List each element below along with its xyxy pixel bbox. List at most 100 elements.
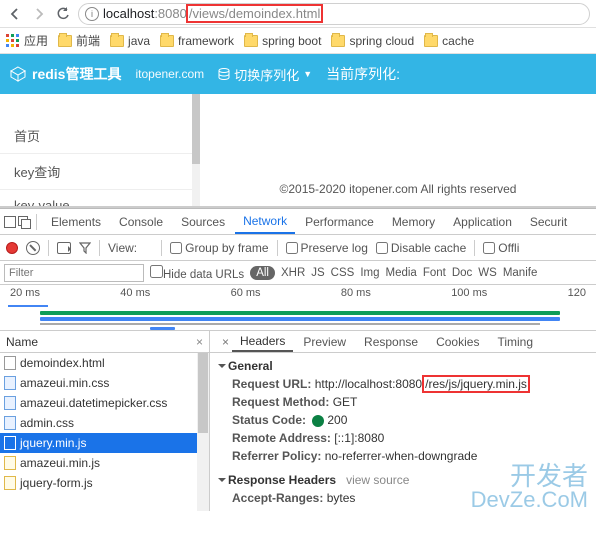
filter-font[interactable]: Font bbox=[423, 267, 446, 279]
cube-icon bbox=[10, 66, 26, 82]
sidebar-item[interactable]: key查询 bbox=[0, 154, 200, 190]
filter-js[interactable]: JS bbox=[311, 267, 324, 279]
hide-data-urls-checkbox[interactable]: Hide data URLs bbox=[150, 265, 244, 281]
filter-icon[interactable] bbox=[79, 242, 91, 254]
switch-dropdown[interactable]: 切换序列化 ▼ bbox=[218, 65, 312, 84]
url-bar[interactable]: i localhost :8080 /views/demoindex.html bbox=[78, 3, 590, 25]
filter-media[interactable]: Media bbox=[386, 267, 417, 279]
tick: 40 ms bbox=[120, 287, 150, 299]
label-remote: Remote Address: bbox=[232, 431, 331, 445]
value-status: 200 bbox=[327, 413, 347, 427]
bookmark-folder[interactable]: 前端 bbox=[58, 32, 100, 49]
apps-button[interactable]: 应用 bbox=[6, 32, 48, 49]
value-accept: bytes bbox=[327, 491, 356, 505]
request-row[interactable]: admin.css bbox=[0, 413, 209, 433]
tab-security[interactable]: Securit bbox=[522, 209, 575, 234]
bookmark-folder[interactable]: spring cloud bbox=[331, 34, 414, 48]
request-row[interactable]: amazeui.min.js bbox=[0, 453, 209, 473]
close-detail-icon[interactable]: × bbox=[214, 331, 230, 352]
close-icon[interactable]: × bbox=[196, 335, 203, 349]
file-icon bbox=[4, 436, 16, 450]
network-timeline[interactable]: 20 ms 40 ms 60 ms 80 ms 100 ms 120 bbox=[0, 285, 596, 331]
filter-xhr[interactable]: XHR bbox=[281, 267, 305, 279]
capture-icon[interactable] bbox=[57, 242, 71, 254]
app-logo[interactable]: redis管理工具 bbox=[10, 64, 121, 84]
list-scrollbar[interactable] bbox=[197, 353, 209, 511]
filter-css[interactable]: CSS bbox=[331, 267, 355, 279]
section-response-headers: Response Headers bbox=[228, 473, 336, 487]
apps-icon bbox=[6, 34, 20, 48]
bookmark-label: spring boot bbox=[262, 34, 321, 48]
subtab-preview[interactable]: Preview bbox=[295, 331, 354, 352]
device-toggle-icon[interactable] bbox=[18, 216, 30, 228]
tick: 120 bbox=[568, 287, 586, 299]
value-referrer: no-referrer-when-downgrade bbox=[325, 449, 478, 463]
bookmark-folder[interactable]: java bbox=[110, 34, 150, 48]
app-subtitle: itopener.com bbox=[135, 67, 204, 81]
url-port: :8080 bbox=[154, 6, 187, 21]
subtab-response[interactable]: Response bbox=[356, 331, 426, 352]
offline-checkbox[interactable]: Offli bbox=[483, 241, 519, 255]
sidebar-item[interactable]: 首页 bbox=[0, 118, 200, 154]
request-row[interactable]: amazeui.min.css bbox=[0, 373, 209, 393]
disable-cache-checkbox[interactable]: Disable cache bbox=[376, 241, 466, 255]
request-name: amazeui.min.js bbox=[20, 456, 100, 470]
inspect-icon[interactable] bbox=[4, 216, 16, 228]
tab-elements[interactable]: Elements bbox=[43, 209, 109, 234]
request-row[interactable]: jquery.min.js bbox=[0, 433, 209, 453]
url-path: /views/demoindex.html bbox=[186, 4, 324, 23]
tick: 100 ms bbox=[451, 287, 487, 299]
request-row[interactable]: jquery-form.js bbox=[0, 473, 209, 493]
request-row[interactable]: amazeui.datetimepicker.css bbox=[0, 393, 209, 413]
reload-button[interactable] bbox=[54, 5, 72, 23]
request-row[interactable]: demoindex.html bbox=[0, 353, 209, 373]
filter-all[interactable]: All bbox=[250, 266, 275, 280]
clear-button[interactable] bbox=[26, 241, 40, 255]
view-label: View: bbox=[108, 241, 137, 255]
subtab-cookies[interactable]: Cookies bbox=[428, 331, 487, 352]
request-name: amazeui.min.css bbox=[20, 376, 109, 390]
site-info-icon[interactable]: i bbox=[85, 7, 99, 21]
filter-img[interactable]: Img bbox=[360, 267, 379, 279]
filter-manifest[interactable]: Manife bbox=[503, 267, 538, 279]
column-name[interactable]: Name bbox=[6, 335, 38, 349]
network-detail: × Headers Preview Response Cookies Timin… bbox=[210, 331, 596, 511]
record-button[interactable] bbox=[6, 242, 18, 254]
request-name: admin.css bbox=[20, 416, 74, 430]
view-source-link[interactable]: view source bbox=[346, 473, 409, 487]
tab-network[interactable]: Network bbox=[235, 209, 295, 234]
file-icon bbox=[4, 376, 16, 390]
bookmark-folder[interactable]: spring boot bbox=[244, 34, 321, 48]
tab-console[interactable]: Console bbox=[111, 209, 171, 234]
network-request-list: Name × demoindex.html amazeui.min.css amaze… bbox=[0, 331, 210, 511]
tab-application[interactable]: Application bbox=[445, 209, 520, 234]
sidebar-scrollbar[interactable] bbox=[192, 94, 200, 206]
footer-text: ©2015-2020 itopener.com All rights reser… bbox=[280, 182, 517, 196]
collapse-icon[interactable] bbox=[218, 364, 226, 372]
tab-sources[interactable]: Sources bbox=[173, 209, 233, 234]
tab-performance[interactable]: Performance bbox=[297, 209, 382, 234]
bookmark-label: 前端 bbox=[76, 32, 100, 49]
filter-ws[interactable]: WS bbox=[478, 267, 497, 279]
group-checkbox[interactable]: Group by frame bbox=[170, 241, 268, 255]
bookmark-folder[interactable]: cache bbox=[424, 34, 474, 48]
value-request-url-suffix: /res/js/jquery.min.js bbox=[422, 375, 530, 393]
label-request-method: Request Method: bbox=[232, 395, 329, 409]
value-remote: [::1]:8080 bbox=[334, 431, 384, 445]
preserve-checkbox[interactable]: Preserve log bbox=[286, 241, 368, 255]
filter-doc[interactable]: Doc bbox=[452, 267, 472, 279]
label-accept: Accept-Ranges: bbox=[232, 491, 323, 505]
bookmark-label: framework bbox=[178, 34, 234, 48]
subtab-timing[interactable]: Timing bbox=[489, 331, 541, 352]
subtab-headers[interactable]: Headers bbox=[232, 331, 293, 352]
collapse-icon[interactable] bbox=[218, 478, 226, 486]
value-request-url-prefix: http://localhost:8080 bbox=[315, 377, 422, 391]
forward-button[interactable] bbox=[30, 5, 48, 23]
bookmark-folder[interactable]: framework bbox=[160, 34, 234, 48]
filter-input[interactable] bbox=[4, 264, 144, 282]
sidebar-item[interactable]: key-value bbox=[0, 190, 200, 206]
file-icon bbox=[4, 416, 16, 430]
tab-memory[interactable]: Memory bbox=[384, 209, 443, 234]
back-button[interactable] bbox=[6, 5, 24, 23]
app-header: redis管理工具 itopener.com 切换序列化 ▼ 当前序列化: bbox=[0, 54, 596, 94]
